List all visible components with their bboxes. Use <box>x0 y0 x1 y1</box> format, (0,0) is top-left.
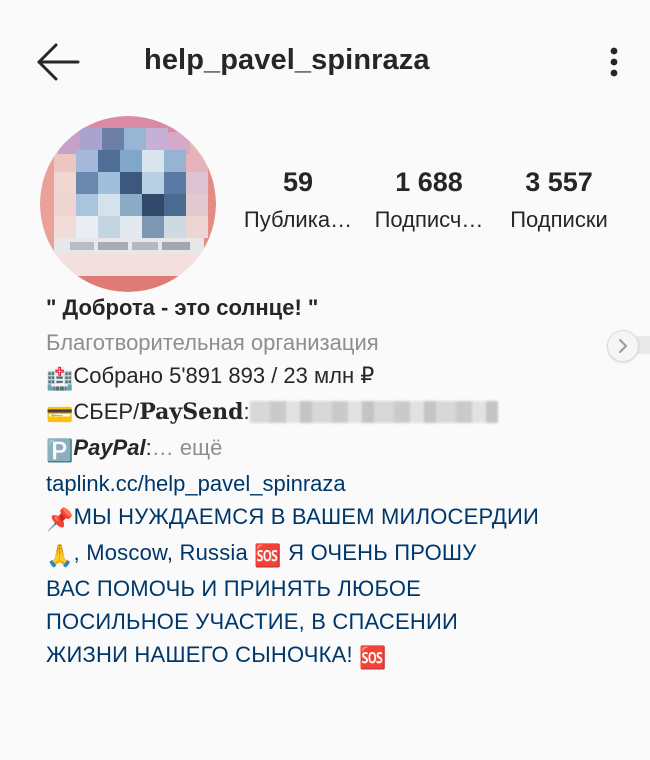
following-label: Подписки <box>510 207 608 232</box>
bio-paysend-label: PaySend <box>139 399 244 425</box>
credit-card-icon: 💳 <box>46 402 74 427</box>
bio-more-link[interactable]: … ещё <box>152 435 223 460</box>
bio-collected-line: 🏥Собрано 5'891 893 / 23 млн ₽ <box>46 359 606 395</box>
followers-stat[interactable]: 1 688 Подписч… <box>368 164 490 240</box>
posts-stat[interactable]: 59 Публика… <box>238 164 358 240</box>
bio-appeal-line-3: ВАС ПОМОЧЬ И ПРИНЯТЬ ЛЮБОЕ <box>46 576 422 601</box>
profile-bio: " Доброта - это солнце! " Благотворитель… <box>46 290 606 674</box>
bio-sber-prefix: СБЕР/ <box>73 399 140 424</box>
praying-hands-icon: 🙏 <box>46 543 74 568</box>
more-vertical-icon[interactable] <box>600 42 628 82</box>
bio-appeal-line-1: 📌МЫ НУЖДАЕМСЯ В ВАШЕМ МИЛОСЕРДИИ <box>46 500 606 536</box>
following-stat[interactable]: 3 557 Подписки <box>500 164 618 240</box>
bio-appeal-line-2: 🙏, Moscow, Russia 🆘 Я ОЧЕНЬ ПРОШУ <box>46 536 606 572</box>
chevron-right-icon[interactable] <box>607 330 639 362</box>
sos-icon-end: 🆘 <box>359 645 387 670</box>
following-count: 3 557 <box>525 167 593 197</box>
bio-title: " Доброта - это солнце! " <box>46 295 319 320</box>
profile-avatar[interactable] <box>40 116 216 292</box>
bio-appeal-line-4: ПОСИЛЬНОЕ УЧАСТИЕ, В СПАСЕНИИ <box>46 609 458 634</box>
bio-paypal-label: PayPal <box>73 435 146 460</box>
posts-label: Публика… <box>243 207 353 232</box>
top-bar: help_pavel_spinraza <box>0 0 650 124</box>
p-button-icon: 🅿️ <box>46 438 74 463</box>
bio-external-link[interactable]: taplink.cc/help_pavel_spinraza <box>46 467 606 500</box>
bio-collected-text: Собрано 5'891 893 / 23 млн ₽ <box>73 363 375 388</box>
followers-count: 1 688 <box>395 167 463 197</box>
bio-payment-line: 💳СБЕР/PaySend: <box>46 395 606 431</box>
bio-appeal-text-2: Я ОЧЕНЬ ПРОШУ <box>281 540 477 565</box>
profile-username: help_pavel_spinraza <box>144 44 430 76</box>
pushpin-icon: 📌 <box>46 507 74 532</box>
bio-appeal-text-1: МЫ НУЖДАЕМСЯ В ВАШЕМ МИЛОСЕРДИИ <box>73 504 540 529</box>
bio-category: Благотворительная организация <box>46 330 379 355</box>
hospital-icon: 🏥 <box>46 366 74 391</box>
followers-label: Подписч… <box>374 207 484 232</box>
bio-paypal-line: 🅿️PayPal:… ещё <box>46 431 606 467</box>
blurred-card-number <box>249 401 498 423</box>
sos-icon: 🆘 <box>254 543 282 568</box>
bio-appeal-text-5: ЖИЗНИ НАШЕГО СЫНОЧКА! <box>46 642 360 667</box>
bio-appeal-line-5: ЖИЗНИ НАШЕГО СЫНОЧКА! 🆘 <box>46 638 606 674</box>
back-arrow-icon[interactable] <box>36 42 80 82</box>
posts-count: 59 <box>282 167 314 197</box>
profile-stats: 59 Публика… 1 688 Подписч… 3 557 Подписк… <box>232 164 632 244</box>
bio-location-text[interactable]: , Moscow, Russia <box>74 540 255 565</box>
